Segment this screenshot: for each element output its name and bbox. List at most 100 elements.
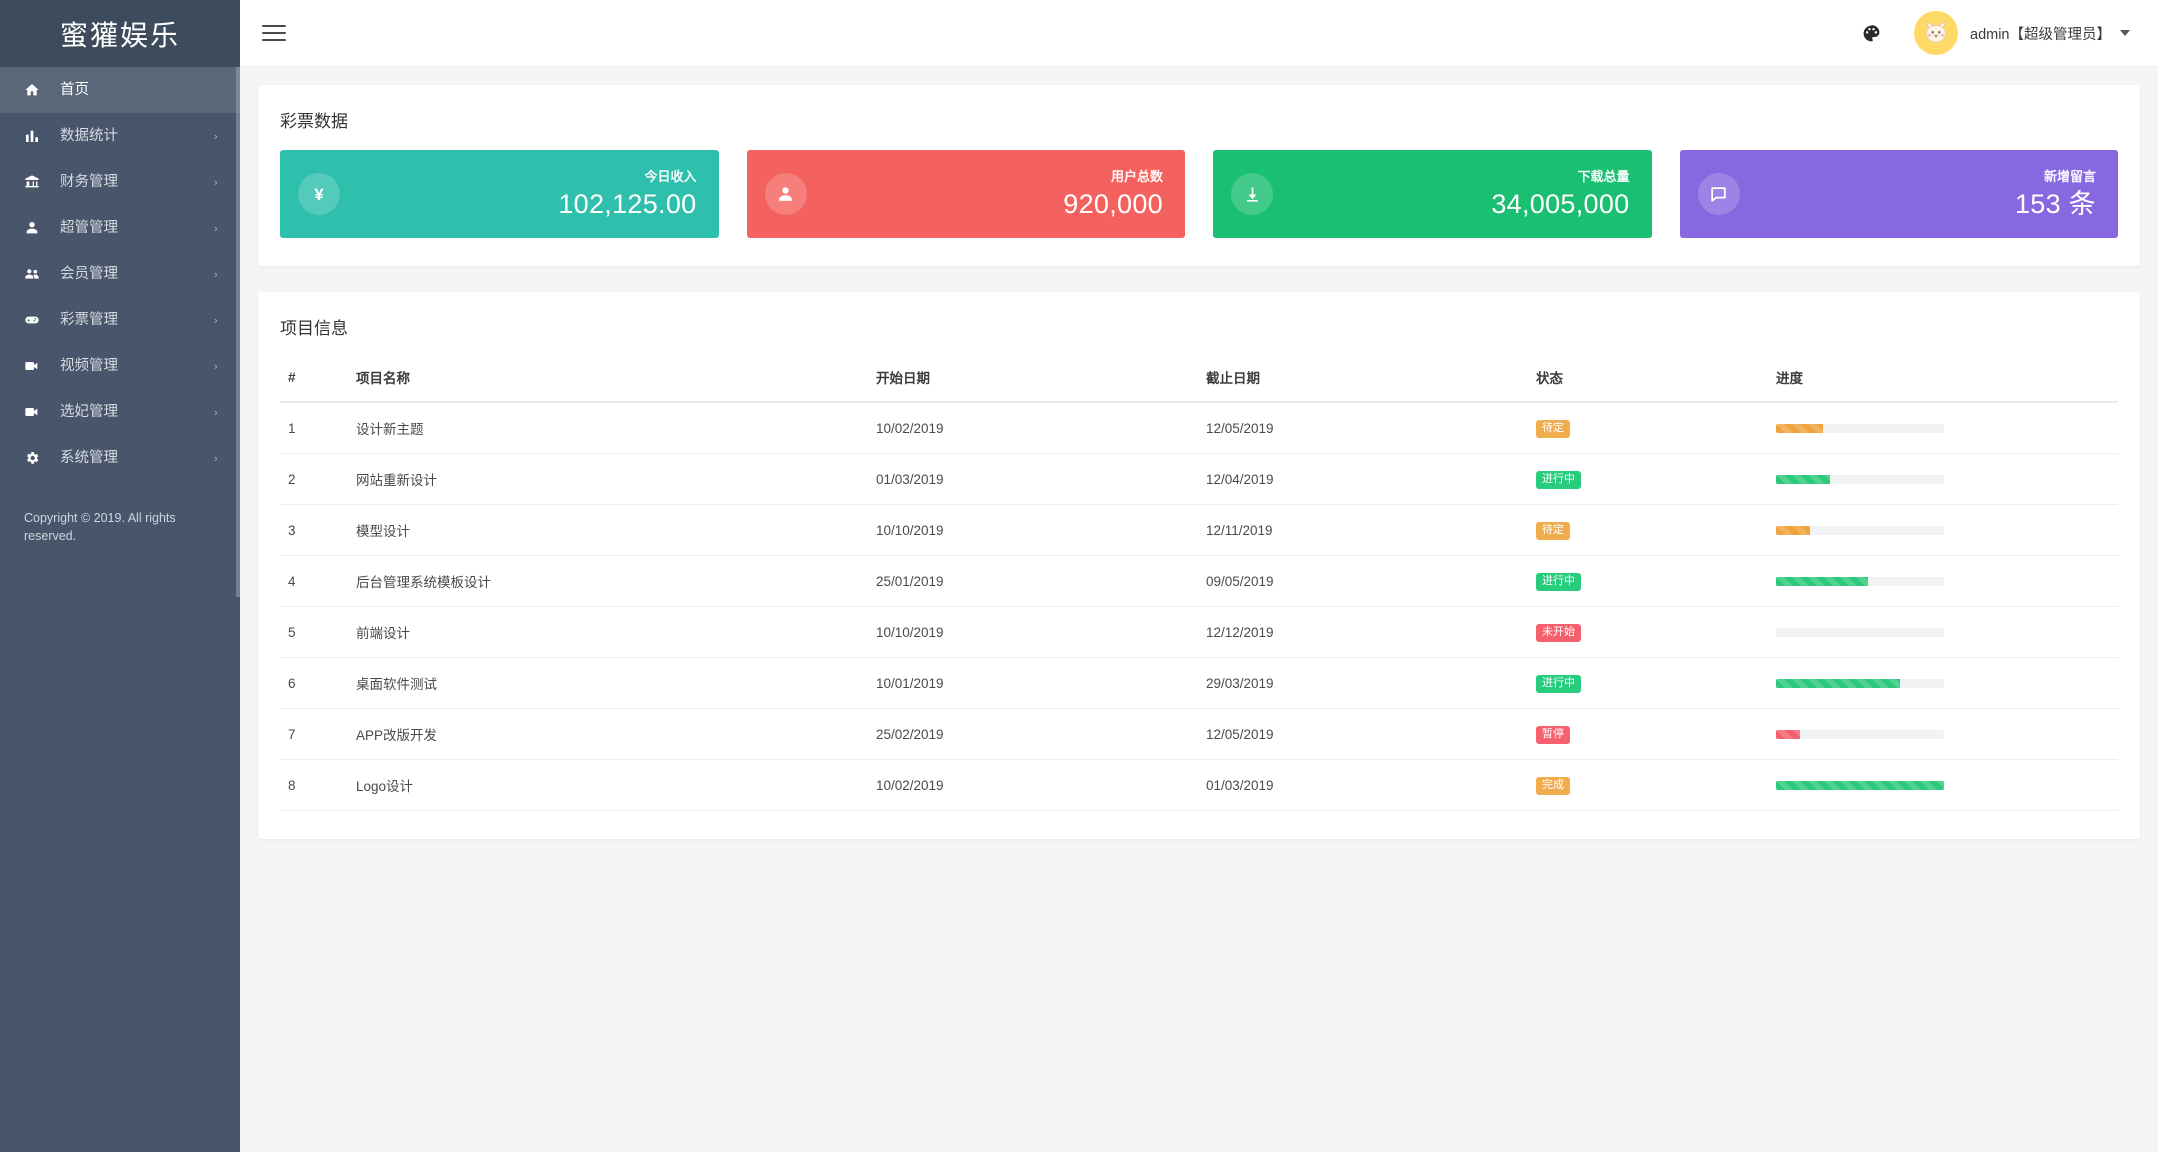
status-badge: 进行中 (1536, 674, 1581, 693)
sidebar-item-7[interactable]: 视频管理 › (0, 343, 240, 389)
cat-avatar-icon (1914, 11, 1958, 55)
table-row[interactable]: 1 设计新主题 10/02/2019 12/05/2019 待定 (280, 402, 2118, 454)
progress-bar (1776, 525, 1810, 535)
sidebar-item-label: 会员管理 (60, 265, 118, 282)
status-cell: 待定 (1528, 504, 1768, 556)
sidebar-item-1[interactable]: 首页 (0, 67, 240, 113)
bank-icon (24, 174, 46, 190)
start-date: 10/10/2019 (868, 606, 1198, 658)
sidebar-item-label: 视频管理 (60, 357, 118, 374)
project-name: 模型设计 (348, 504, 868, 556)
stat-card-3[interactable]: 下载总量 34,005,000 (1213, 150, 1652, 238)
status-cell: 未开始 (1528, 606, 1768, 658)
topbar: admin【超级管理员】 (240, 0, 2158, 67)
stat-card-label: 新增留言 (2043, 169, 2096, 184)
sidebar-item-label: 首页 (60, 81, 89, 98)
stat-card-4[interactable]: 新增留言 153 条 (1679, 150, 2118, 238)
progress-bar (1776, 678, 1901, 688)
chevron-right-icon: › (213, 129, 218, 143)
sidebar-item-6[interactable]: 彩票管理 › (0, 297, 240, 343)
stat-card-value: 153 条 (2014, 188, 2096, 219)
sidebar-scrollbar[interactable] (236, 67, 240, 597)
progress-cell (1768, 606, 2118, 658)
progress-track (1776, 678, 1944, 688)
status-badge: 进行中 (1536, 470, 1581, 489)
progress-bar (1776, 780, 1944, 790)
sidebar-item-label: 数据统计 (60, 127, 118, 144)
table-row[interactable]: 2 网站重新设计 01/03/2019 12/04/2019 进行中 (280, 453, 2118, 505)
stat-card-1[interactable]: ¥ 今日收入 102,125.00 (280, 150, 719, 238)
table-row[interactable]: 7 APP改版开发 25/02/2019 12/05/2019 暂停 (280, 708, 2118, 760)
sidebar-item-label: 超管管理 (60, 219, 118, 236)
sidebar-item-label: 系统管理 (60, 449, 118, 466)
status-cell: 完成 (1528, 759, 1768, 811)
row-index: 4 (280, 555, 348, 607)
progress-cell (1768, 657, 2118, 709)
status-cell: 进行中 (1528, 453, 1768, 505)
videocam-icon (24, 358, 46, 374)
progress-track (1776, 780, 1944, 790)
comment-icon (1697, 173, 1740, 215)
sidebar-item-2[interactable]: 数据统计 › (0, 113, 240, 159)
user-name-label: admin【超级管理员】 (1970, 26, 2111, 43)
column-header-6: 进度 (1768, 357, 2118, 403)
chevron-right-icon: › (213, 313, 218, 327)
sidebar-item-8[interactable]: 选妃管理 › (0, 389, 240, 435)
videocam-icon (24, 404, 46, 420)
end-date: 12/12/2019 (1198, 606, 1528, 658)
sidebar: 蜜獾娱乐 首页 数据统计 › 财务管理 › 超管管理 › 会员管理 › 彩票管理 › 视频管理 › 选妃管… (0, 0, 240, 1152)
sidebar-item-3[interactable]: 财务管理 › (0, 159, 240, 205)
table-row[interactable]: 8 Logo设计 10/02/2019 01/03/2019 完成 (280, 759, 2118, 811)
table-header-row: # 项目名称 开始日期 截止日期 状态 进度 (280, 357, 2118, 403)
stat-card-label: 下载总量 (1577, 169, 1630, 184)
end-date: 01/03/2019 (1198, 759, 1528, 811)
chevron-right-icon: › (213, 175, 218, 189)
hamburger-icon[interactable] (262, 18, 292, 48)
progress-cell (1768, 453, 2118, 505)
yen-icon: ¥ (298, 173, 340, 215)
stat-card-value: 34,005,000 (1491, 188, 1630, 219)
sidebar-item-4[interactable]: 超管管理 › (0, 205, 240, 251)
bar-chart-icon (24, 128, 46, 144)
table-row[interactable]: 4 后台管理系统模板设计 25/01/2019 09/05/2019 进行中 (280, 555, 2118, 607)
project-name: 桌面软件测试 (348, 657, 868, 709)
status-badge: 待定 (1536, 419, 1570, 438)
table-head: # 项目名称 开始日期 截止日期 状态 进度 (280, 357, 2118, 403)
sidebar-item-9[interactable]: 系统管理 › (0, 435, 240, 481)
sidebar-item-label: 财务管理 (60, 173, 118, 190)
progress-track (1776, 474, 1944, 484)
column-header-3: 开始日期 (868, 357, 1198, 403)
stat-text: 下载总量 34,005,000 (1491, 170, 1629, 218)
start-date: 25/01/2019 (868, 555, 1198, 607)
stat-card-row: ¥ 今日收入 102,125.00 用户总数 920,000 下载总量 34,005,000… (258, 150, 2140, 266)
start-date: 10/02/2019 (868, 402, 1198, 454)
project-name: Logo设计 (348, 759, 868, 811)
row-index: 8 (280, 759, 348, 811)
sidebar-item-5[interactable]: 会员管理 › (0, 251, 240, 297)
stat-card-2[interactable]: 用户总数 920,000 (746, 150, 1185, 238)
status-cell: 进行中 (1528, 555, 1768, 607)
palette-icon[interactable] (1854, 16, 1888, 50)
gamepad-icon (24, 312, 46, 328)
gear-icon (24, 450, 46, 466)
chevron-down-icon[interactable] (2120, 30, 2130, 36)
progress-cell (1768, 402, 2118, 454)
progress-track (1776, 525, 1944, 535)
table-row[interactable]: 3 模型设计 10/10/2019 12/11/2019 待定 (280, 504, 2118, 556)
progress-track (1776, 729, 1944, 739)
progress-track (1776, 576, 1944, 586)
sidebar-item-label: 选妃管理 (60, 403, 118, 420)
project-name: 网站重新设计 (348, 453, 868, 505)
table-row[interactable]: 6 桌面软件测试 10/01/2019 29/03/2019 进行中 (280, 657, 2118, 709)
chevron-right-icon: › (213, 221, 218, 235)
status-badge: 未开始 (1536, 623, 1581, 642)
people-icon (24, 266, 46, 282)
table-row[interactable]: 5 前端设计 10/10/2019 12/12/2019 未开始 (280, 606, 2118, 658)
stat-text: 新增留言 153 条 (2015, 170, 2096, 218)
status-cell: 暂停 (1528, 708, 1768, 760)
end-date: 09/05/2019 (1198, 555, 1528, 607)
row-index: 3 (280, 504, 348, 556)
sidebar-copyright: Copyright © 2019. All rights reserved. (24, 511, 176, 544)
user-menu[interactable]: admin【超级管理员】 (1914, 11, 2130, 55)
project-name: 设计新主题 (348, 402, 868, 454)
